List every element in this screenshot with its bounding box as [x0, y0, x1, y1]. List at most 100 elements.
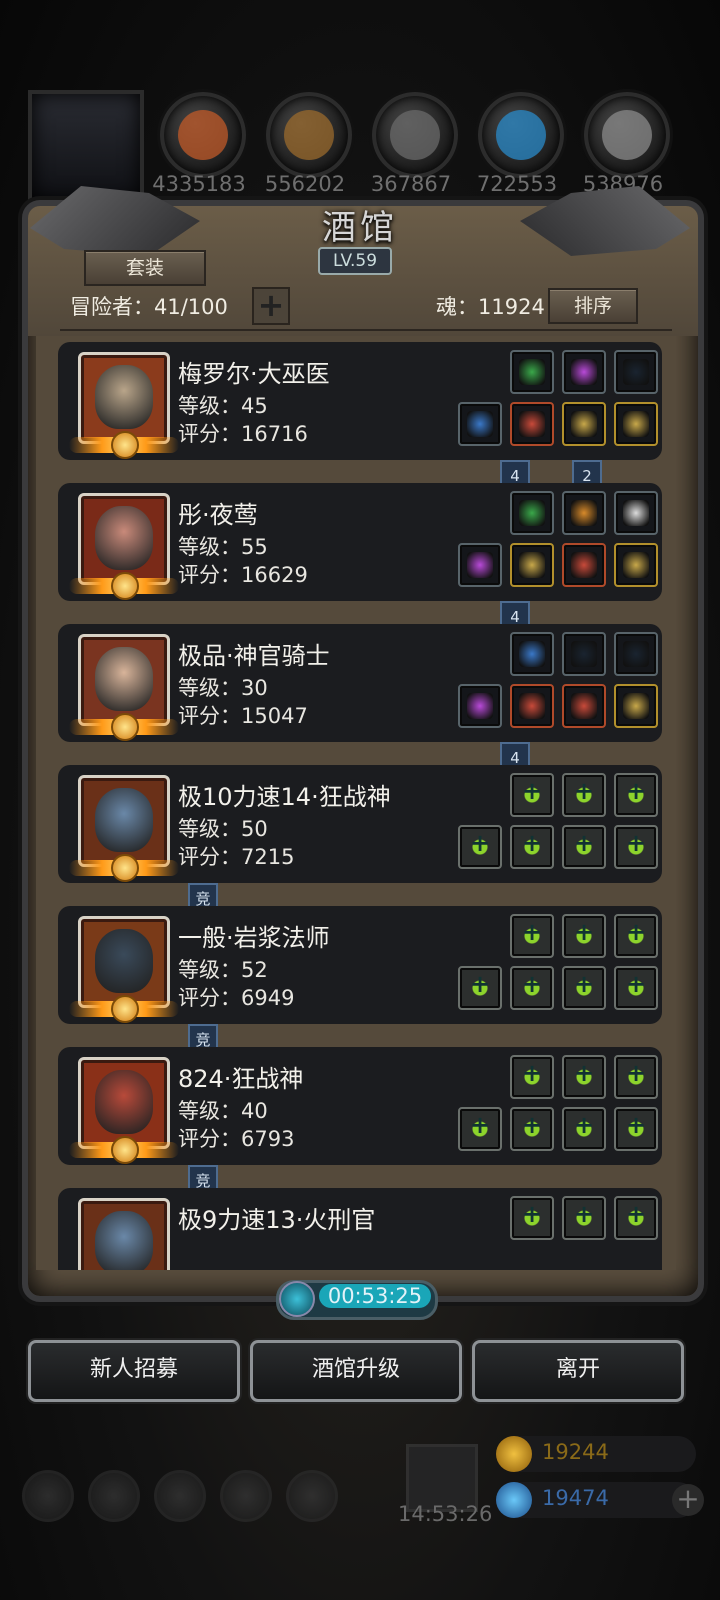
dock-mail-icon[interactable]: [220, 1470, 272, 1522]
hero-row[interactable]: 一般·岩浆法师 等级：52 评分：6949: [58, 906, 662, 1024]
empty-equip-slot[interactable]: [510, 1196, 554, 1240]
empty-equip-slot[interactable]: [562, 1196, 606, 1240]
hero-row[interactable]: 极10力速14·狂战神 等级：50 评分：7215: [58, 765, 662, 883]
equip-slot[interactable]: [458, 684, 502, 728]
equip-slot[interactable]: [510, 350, 554, 394]
equip-slot[interactable]: [458, 402, 502, 446]
add-capacity-button[interactable]: +: [252, 287, 290, 325]
empty-equip-slot[interactable]: [458, 966, 502, 1010]
empty-equip-slot[interactable]: [562, 1107, 606, 1151]
equip-slot[interactable]: [614, 632, 658, 676]
hero-row[interactable]: 梅罗尔·大巫医 等级：45 评分：16716: [58, 342, 662, 460]
equip-slot[interactable]: [562, 632, 606, 676]
empty-equip-slot[interactable]: [562, 966, 606, 1010]
equipment-icon: [623, 641, 649, 667]
hero-level: 等级：30: [178, 676, 268, 700]
empty-equip-slot[interactable]: [614, 773, 658, 817]
equip-slot[interactable]: [510, 491, 554, 535]
empty-equip-slot[interactable]: [614, 914, 658, 958]
empty-equip-slot[interactable]: [510, 914, 554, 958]
hero-face: [95, 788, 153, 852]
empty-equip-slot[interactable]: [458, 1107, 502, 1151]
hero-row[interactable]: 彤·夜莺 等级：55 评分：16629: [58, 483, 662, 601]
equip-slot[interactable]: [562, 350, 606, 394]
equip-slot[interactable]: [510, 543, 554, 587]
hero-portrait[interactable]: [69, 634, 179, 741]
empty-equip-slot[interactable]: [562, 825, 606, 869]
hero-portrait[interactable]: [78, 1198, 170, 1270]
hero-list[interactable]: 梅罗尔·大巫医 等级：45 评分：16716 4 2 彤·夜莺 等级：55 评分：16629 4…: [36, 336, 676, 1270]
empty-equip-slot[interactable]: [562, 773, 606, 817]
dock-shield-icon[interactable]: [286, 1470, 338, 1522]
equip-slot[interactable]: [510, 632, 554, 676]
empty-equip-slot[interactable]: [510, 966, 554, 1010]
hero-row[interactable]: 824·狂战神 等级：40 评分：6793: [58, 1047, 662, 1165]
equipment-icon: [623, 411, 649, 437]
resource-ore-icon: [160, 92, 246, 178]
hero-portrait[interactable]: [69, 1057, 179, 1164]
equipment-icon: [623, 359, 649, 385]
dock-star-icon[interactable]: [88, 1470, 140, 1522]
resource-stone-icon: [372, 92, 458, 178]
hero-name: 彤·夜莺: [178, 501, 258, 529]
set-button[interactable]: 套装: [84, 250, 206, 286]
hero-face: [95, 647, 153, 711]
equipment-icon: [623, 552, 649, 578]
medal-icon: [111, 854, 139, 882]
upgrade-tavern-button[interactable]: 酒馆升级: [250, 1340, 462, 1402]
empty-equip-slot[interactable]: [510, 1107, 554, 1151]
hero-row[interactable]: 极9力速13·火刑官: [58, 1188, 662, 1270]
hero-score: 评分：6949: [178, 986, 295, 1010]
add-slot-icon: [519, 777, 545, 808]
equip-slot[interactable]: [562, 543, 606, 587]
hero-row[interactable]: 极品·神官骑士 等级：30 评分：15047: [58, 624, 662, 742]
equip-slot[interactable]: [614, 543, 658, 587]
equipment-icon: [571, 693, 597, 719]
hero-portrait[interactable]: [69, 916, 179, 1023]
hero-portrait[interactable]: [69, 493, 179, 600]
dock-settings-icon[interactable]: [22, 1470, 74, 1522]
hero-score: 评分：16716: [178, 422, 308, 446]
equip-slot[interactable]: [458, 543, 502, 587]
empty-equip-slot[interactable]: [510, 773, 554, 817]
add-slot-icon: [571, 777, 597, 808]
empty-equip-slot[interactable]: [614, 966, 658, 1010]
hero-portrait[interactable]: [69, 352, 179, 459]
equip-slot[interactable]: [562, 491, 606, 535]
empty-equip-slot[interactable]: [614, 1196, 658, 1240]
empty-equip-slot[interactable]: [562, 914, 606, 958]
equipment-icon: [467, 411, 493, 437]
empty-equip-slot[interactable]: [510, 825, 554, 869]
empty-equip-slot[interactable]: [614, 1055, 658, 1099]
add-slot-icon: [467, 1111, 493, 1142]
gold-display: 19244: [496, 1436, 696, 1472]
empty-equip-slot[interactable]: [562, 1055, 606, 1099]
recruit-button[interactable]: 新人招募: [28, 1340, 240, 1402]
tavern-title: 酒馆: [322, 208, 398, 248]
equip-slot[interactable]: [614, 350, 658, 394]
empty-equip-slot[interactable]: [614, 1107, 658, 1151]
empty-equip-slot[interactable]: [458, 825, 502, 869]
equip-slot[interactable]: [510, 684, 554, 728]
leave-button[interactable]: 离开: [472, 1340, 684, 1402]
hero-portrait[interactable]: [69, 775, 179, 882]
equip-slot[interactable]: [614, 491, 658, 535]
equipment-icon: [623, 693, 649, 719]
sort-button[interactable]: 排序: [548, 288, 638, 324]
equip-slot[interactable]: [614, 684, 658, 728]
add-slot-icon: [467, 829, 493, 860]
empty-equip-slot[interactable]: [614, 825, 658, 869]
plus-icon[interactable]: +: [672, 1484, 704, 1516]
dock-hero-icon[interactable]: [154, 1470, 206, 1522]
equip-slot[interactable]: [562, 684, 606, 728]
equipment-icon: [519, 500, 545, 526]
hero-name: 极品·神官骑士: [178, 642, 330, 670]
resource-core: [284, 110, 334, 160]
equip-slot[interactable]: [510, 402, 554, 446]
adventurer-count: 冒险者：41/100: [70, 295, 228, 319]
equip-slot[interactable]: [562, 402, 606, 446]
equip-slot[interactable]: [614, 402, 658, 446]
empty-equip-slot[interactable]: [510, 1055, 554, 1099]
add-slot-icon: [519, 1059, 545, 1090]
hero-level: 等级：52: [178, 958, 268, 982]
